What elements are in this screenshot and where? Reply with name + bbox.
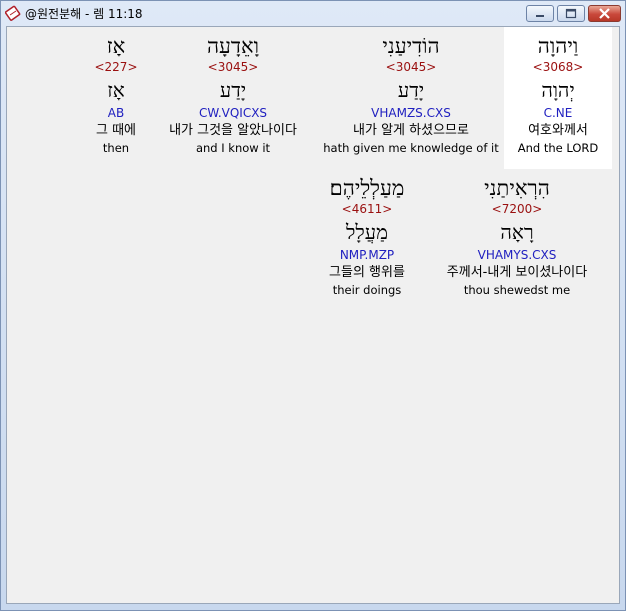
word-block[interactable]: אָז <227> אָז AB 그 때에 then: [85, 33, 147, 156]
korean-gloss: 내가 알게 하셨으므로: [353, 123, 469, 138]
english-gloss: And the LORD: [517, 141, 599, 155]
hebrew-word: וָאֵדָעָה: [206, 34, 260, 58]
korean-gloss: 내가 그것을 알았나이다: [169, 123, 297, 138]
maximize-icon: [565, 8, 577, 19]
word-block[interactable]: מַעַלְלֵיהֶם׃ <4611> מַעֲלָל NMP.MZP 그들의…: [307, 175, 427, 298]
hebrew-lemma: יָדַע: [397, 78, 425, 102]
korean-gloss: 그들의 행위를: [329, 265, 405, 280]
hebrew-lemma: יְהוָה: [541, 78, 575, 102]
hebrew-word: הִרְאִיתַנִי: [484, 176, 550, 200]
korean-gloss: 주께서-내게 보이셨나이다: [446, 265, 588, 280]
hebrew-word: אָז: [106, 34, 126, 58]
bible-book-icon: [5, 5, 21, 21]
word-block-selected[interactable]: וַיהוָה <3068> יְהוָה C.NE 여호와께서 And the…: [504, 27, 612, 169]
strong-number[interactable]: <3045>: [321, 59, 501, 75]
hebrew-lemma: אָז: [107, 78, 125, 102]
word-block[interactable]: הִרְאִיתַנִי <7200> רָאָה VHAMYS.CXS 주께서…: [431, 175, 603, 298]
english-gloss: then: [102, 141, 130, 155]
minimize-icon: [536, 15, 544, 17]
english-gloss: hath given me knowledge of it: [323, 141, 499, 155]
strong-number[interactable]: <3045>: [152, 59, 314, 75]
korean-gloss: 여호와께서: [528, 123, 588, 138]
maximize-button[interactable]: [557, 5, 585, 22]
window-title: @원전분해 - 렘 11:18: [25, 7, 143, 21]
app-window: @원전분해 - 렘 11:18 אָז <227> אָז AB 그 때에 th…: [0, 0, 626, 611]
close-button[interactable]: [588, 5, 621, 22]
strong-number[interactable]: <3068>: [504, 59, 612, 75]
strong-number[interactable]: <227>: [85, 59, 147, 75]
strong-number[interactable]: <7200>: [431, 201, 603, 217]
hebrew-lemma: מַעֲלָל: [346, 220, 388, 244]
parsing-code: CW.VQICXS: [198, 106, 268, 120]
korean-gloss: 그 때에: [95, 123, 136, 138]
word-block[interactable]: וָאֵדָעָה <3045> יָדַע CW.VQICXS 내가 그것을 …: [152, 33, 314, 156]
parsing-code: AB: [107, 106, 125, 120]
hebrew-word: מַעַלְלֵיהֶם׃: [329, 176, 405, 200]
title-bar[interactable]: @원전분해 - 렘 11:18: [1, 1, 625, 25]
hebrew-word: הוֹדִיעַנִי: [382, 34, 440, 58]
parsing-code: VHAMYS.CXS: [477, 248, 557, 262]
parsing-code: NMP.MZP: [339, 248, 395, 262]
strong-number[interactable]: <4611>: [307, 201, 427, 217]
minimize-button[interactable]: [526, 5, 554, 22]
parsing-code: VHAMZS.CXS: [371, 106, 451, 120]
parsing-code: C.NE: [543, 106, 573, 120]
hebrew-lemma: יָדַע: [219, 78, 247, 102]
english-gloss: and I know it: [195, 141, 271, 155]
hebrew-lemma: רָאָה: [500, 220, 534, 244]
word-block[interactable]: הוֹדִיעַנִי <3045> יָדַע VHAMZS.CXS 내가 알…: [321, 33, 501, 156]
interlinear-panel: אָז <227> אָז AB 그 때에 then וָאֵדָעָה <30…: [6, 26, 620, 604]
english-gloss: thou shewedst me: [463, 283, 571, 297]
close-icon: [599, 8, 610, 19]
hebrew-word: וַיהוָה: [537, 34, 579, 58]
english-gloss: their doings: [332, 283, 402, 297]
